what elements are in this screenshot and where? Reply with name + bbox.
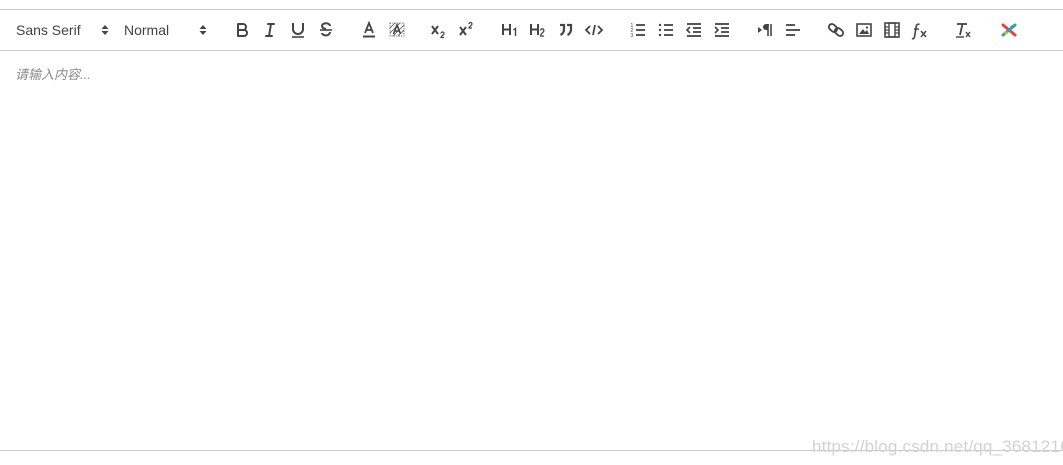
editor-toolbar: Sans Serif Normal 1 2 3 [0,10,1063,51]
video-icon [884,22,900,38]
bullet-list-icon [658,23,673,37]
text-color-button[interactable] [359,20,379,40]
code-icon [584,24,604,36]
formula-icon [911,23,927,40]
font-size-picker[interactable]: Normal [124,20,212,40]
header-2-icon [530,24,545,37]
clean-format-button[interactable] [953,20,973,40]
formula-button[interactable] [910,20,930,40]
text-direction-button[interactable] [755,20,775,40]
code-block-button[interactable] [584,20,604,40]
font-family-value: Sans Serif [16,22,81,38]
link-button[interactable] [826,20,846,40]
text-direction-icon [758,24,772,36]
italic-icon [265,23,275,37]
watermark: https://blog.csdn.net/qq_36812165 [812,437,1063,456]
ordered-list-button[interactable]: 1 2 3 [628,20,648,40]
indent-decrease-button[interactable] [684,20,704,40]
quote-icon [559,23,573,36]
strikethrough-icon [320,22,332,37]
subscript-icon [431,25,445,39]
indent-icon [714,23,729,37]
bullet-list-button[interactable] [656,20,676,40]
text-color-icon [363,20,375,38]
bold-icon [237,23,248,37]
align-left-icon [786,24,800,36]
custom-plugin-icon [1001,23,1017,37]
font-family-picker[interactable]: Sans Serif [16,20,112,40]
align-picker[interactable] [783,20,803,40]
header-2-button[interactable] [528,20,548,40]
outdent-icon [685,23,701,37]
strike-button[interactable] [316,20,336,40]
clear-formatting-icon [956,23,971,38]
font-size-value: Normal [124,22,170,38]
bold-button[interactable] [232,20,252,40]
rich-text-editor: Sans Serif Normal 1 2 3 请输入内容... [0,9,1063,451]
italic-button[interactable] [260,20,280,40]
editor-content[interactable]: 请输入内容... [0,51,1063,451]
superscript-button[interactable] [457,20,477,40]
custom-plugin-button[interactable] [999,20,1019,40]
background-color-icon [389,22,405,37]
indent-increase-button[interactable] [712,20,732,40]
image-button[interactable] [854,20,874,40]
svg-text:3: 3 [631,33,634,39]
header-1-button[interactable] [500,20,520,40]
superscript-icon [459,21,473,36]
link-icon [827,23,845,37]
underline-button[interactable] [288,20,308,40]
ordered-list-icon: 1 2 3 [631,23,645,39]
blockquote-button[interactable] [556,20,576,40]
subscript-button[interactable] [429,20,449,40]
picker-arrows-icon [199,25,207,35]
header-1-icon [502,24,517,36]
video-button[interactable] [882,20,902,40]
picker-arrows-icon [101,25,109,35]
background-color-button[interactable] [387,20,407,40]
underline-icon [292,23,304,38]
editor-placeholder: 请输入内容... [15,67,91,82]
image-icon [856,23,872,37]
